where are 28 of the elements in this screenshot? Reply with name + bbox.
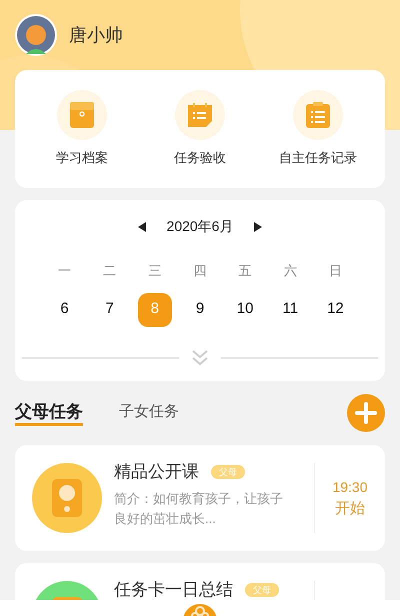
weekday-label: 一 xyxy=(58,262,72,280)
month-title: 2020年6月 xyxy=(166,217,234,236)
tab[interactable]: 子女任务 xyxy=(119,400,179,426)
weekday-label: 三 xyxy=(148,262,162,280)
weekday-label: 四 xyxy=(193,262,206,280)
task-description: 简介：如何教育孩子，让孩子良好的茁壮成长... xyxy=(114,490,284,528)
date-cell[interactable]: 9 xyxy=(182,292,217,326)
task-card[interactable]: 精品公开课 父母 简介：如何教育孩子，让孩子良好的茁壮成长... 19:30 开始 xyxy=(15,445,385,551)
task-card[interactable]: 任务卡一日总结 父母 xyxy=(15,563,385,600)
task-title: 任务卡一日总结 xyxy=(114,579,233,600)
tab[interactable]: 父母任务 xyxy=(15,400,83,426)
weekday-label: 五 xyxy=(238,262,252,280)
date-cell[interactable]: 10 xyxy=(228,292,262,326)
shortcut-button[interactable]: 学习档案 xyxy=(27,90,137,168)
date-cell[interactable]: 12 xyxy=(318,292,352,326)
shortcut-button[interactable]: 任务验收 xyxy=(145,90,255,168)
date-cell[interactable]: 7 xyxy=(92,292,127,326)
task-title: 精品公开课 xyxy=(114,461,199,483)
user-name: 唐小帅 xyxy=(69,24,123,46)
task-tag: 父母 xyxy=(211,464,245,479)
date-cell[interactable]: 11 xyxy=(273,292,308,326)
task-time: 19:30 xyxy=(332,478,368,497)
shortcut-button[interactable]: 自主任务记录 xyxy=(263,90,373,168)
task-tag: 父母 xyxy=(245,582,279,597)
weekday-label: 日 xyxy=(328,262,342,280)
date-cell[interactable]: 6 xyxy=(48,292,82,326)
weekday-label: 二 xyxy=(103,262,116,280)
weekday-label: 六 xyxy=(284,262,297,280)
